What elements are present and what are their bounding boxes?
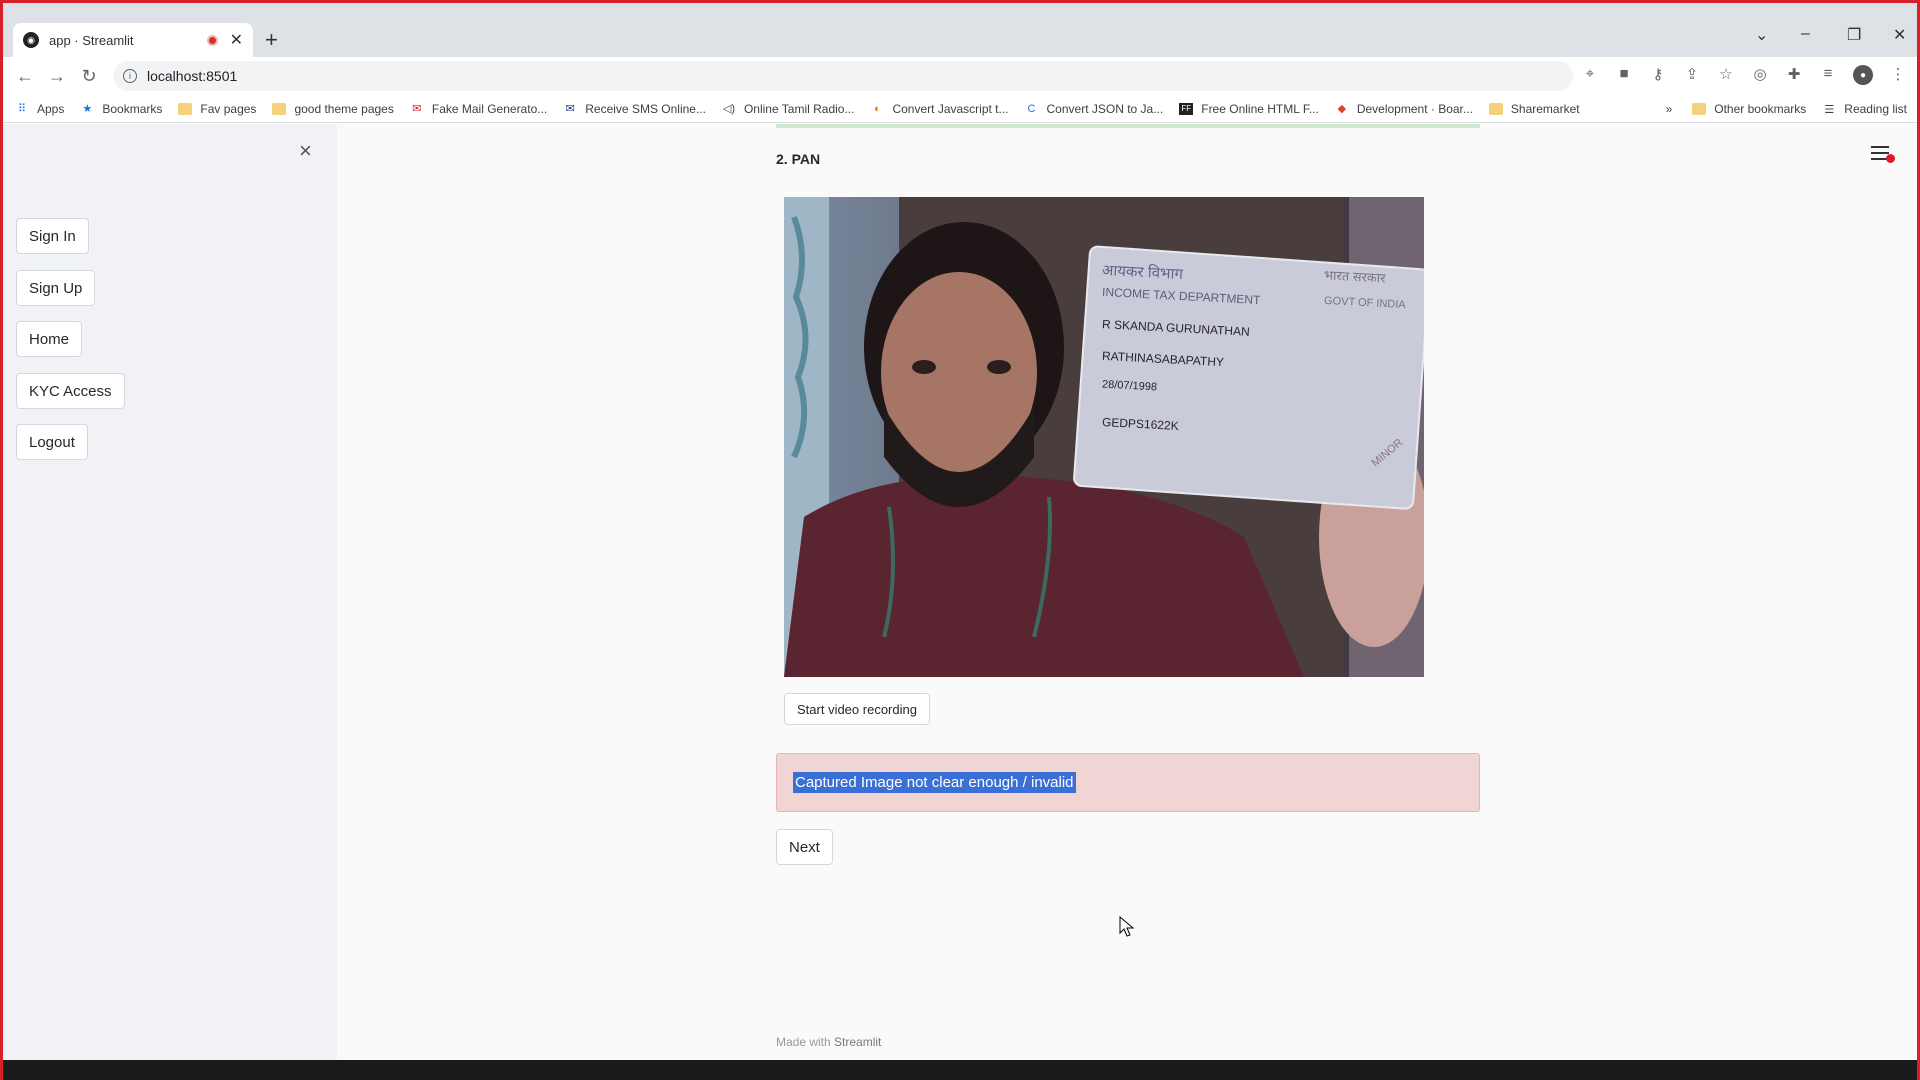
sidebar: × Sign In Sign Up Home KYC Access Logout — [3, 124, 337, 1063]
tab-close-icon[interactable]: ✕ — [230, 30, 243, 50]
home-button[interactable]: Home — [16, 321, 83, 357]
bookmark-bookmarks[interactable]: ★ Bookmarks — [80, 102, 162, 116]
footer: Made with Streamlit — [776, 1035, 881, 1049]
extensions-icon[interactable]: ✚ — [1785, 65, 1803, 85]
card-hindi-govt: भारत सरकार — [1323, 267, 1386, 286]
bookmark-apps[interactable]: ⠿ Apps — [15, 102, 64, 116]
restore-icon[interactable]: ❐ — [1847, 25, 1861, 45]
bookmark-convert-json[interactable]: C Convert JSON to Ja... — [1025, 102, 1164, 116]
browser-tab[interactable]: ◉ app · Streamlit ✕ — [13, 23, 253, 57]
bookmark-convert-js[interactable]: ◐ Convert Javascript t... — [870, 102, 1008, 116]
window-close-icon[interactable]: ✕ — [1893, 25, 1906, 45]
screen-frame: ◉ app · Streamlit ✕ + ⌄ – ❐ ✕ ← → ↻ i lo… — [0, 0, 1920, 1080]
minimize-icon[interactable]: – — [1801, 25, 1810, 43]
camera-icon[interactable]: ■ — [1615, 65, 1633, 85]
bookmark-free-html[interactable]: FF Free Online HTML F... — [1179, 102, 1319, 116]
hamburger-menu-icon[interactable] — [1871, 146, 1895, 164]
reading-list[interactable]: ☰ Reading list — [1822, 102, 1907, 116]
bookmarks-bar: ⠿ Apps ★ Bookmarks Fav pages good theme pa… — [3, 95, 1917, 123]
tab-title: app · Streamlit — [49, 32, 134, 48]
error-alert: Captured Image not clear enough / invali… — [776, 753, 1480, 812]
mail-icon: ✉ — [565, 103, 575, 115]
sign-in-button[interactable]: Sign In — [16, 218, 89, 254]
footer-prefix: Made with — [776, 1035, 831, 1049]
site-icon: C — [1027, 102, 1036, 115]
success-bar-edge — [776, 124, 1480, 128]
sign-up-button[interactable]: Sign Up — [16, 270, 96, 306]
camera-feed: आयकर विभाग INCOME TAX DEPARTMENT भारत सर… — [784, 197, 1424, 677]
site-icon: ◐ — [874, 102, 881, 115]
url-text: localhost:8501 — [147, 68, 238, 84]
bookmark-good-theme-pages[interactable]: good theme pages — [272, 102, 394, 116]
section-title: 2. PAN — [776, 151, 821, 167]
bottom-bar — [0, 1060, 1920, 1080]
site-icon: FF — [1179, 102, 1194, 115]
bookmark-receive-sms[interactable]: ✉ Receive SMS Online... — [563, 102, 706, 116]
site-info-icon[interactable]: i — [123, 69, 137, 83]
folder-icon — [178, 102, 193, 115]
speaker-icon: ◁) — [722, 103, 736, 115]
bookmark-tamil-radio[interactable]: ◁) Online Tamil Radio... — [722, 102, 855, 116]
recording-indicator-icon — [206, 34, 218, 46]
profile-avatar-icon[interactable]: ● — [1853, 65, 1873, 85]
notification-dot — [1886, 154, 1895, 163]
folder-icon — [272, 102, 287, 115]
mail-icon: ✉ — [412, 103, 422, 115]
bookmark-sharemarket[interactable]: Sharemarket — [1488, 102, 1580, 116]
forward-icon[interactable]: → — [41, 66, 73, 87]
extension-circle-icon[interactable]: ◎ — [1751, 65, 1769, 85]
streamlit-app: × Sign In Sign Up Home KYC Access Logout… — [3, 124, 1917, 1063]
card-hindi-dept: आयकर विभाग — [1101, 261, 1184, 284]
address-bar[interactable]: i localhost:8501 — [113, 61, 1573, 91]
bookmark-star-icon[interactable]: ☆ — [1717, 65, 1735, 85]
next-button[interactable]: Next — [776, 829, 833, 865]
gitlab-icon: ◆ — [1337, 103, 1347, 115]
share-icon[interactable]: ⇪ — [1683, 65, 1701, 85]
reload-icon[interactable]: ↻ — [73, 66, 105, 87]
streamlit-favicon-icon: ◉ — [23, 32, 39, 48]
bookmark-other[interactable]: Other bookmarks — [1692, 102, 1806, 116]
start-video-recording-button[interactable]: Start video recording — [784, 693, 930, 725]
bookmark-fake-mail[interactable]: ✉ Fake Mail Generato... — [410, 102, 547, 116]
bookmark-fav-pages[interactable]: Fav pages — [178, 102, 256, 116]
location-icon[interactable]: ⌖ — [1581, 65, 1599, 85]
footer-brand-link[interactable]: Streamlit — [834, 1035, 881, 1049]
logout-button[interactable]: Logout — [16, 424, 88, 460]
menu-more-icon[interactable]: ⋮ — [1889, 65, 1907, 85]
sidebar-close-icon[interactable]: × — [299, 138, 312, 164]
folder-icon — [1488, 102, 1503, 115]
mouse-cursor-icon — [1119, 916, 1135, 937]
key-icon[interactable]: ⚷ — [1649, 65, 1667, 85]
new-tab-icon[interactable]: + — [265, 27, 278, 53]
kyc-access-button[interactable]: KYC Access — [16, 373, 125, 409]
tab-search-icon[interactable]: ⌄ — [1755, 25, 1768, 45]
back-icon[interactable]: ← — [9, 66, 41, 87]
error-message: Captured Image not clear enough / invali… — [793, 772, 1076, 793]
reading-list-icon: ☰ — [1824, 103, 1835, 116]
star-icon: ★ — [82, 103, 93, 115]
folder-icon — [1692, 103, 1707, 115]
bookmarks-overflow-icon[interactable]: » — [1666, 102, 1673, 116]
apps-grid-icon: ⠿ — [17, 103, 27, 115]
browser-toolbar: ← → ↻ i localhost:8501 ⌖ ■ ⚷ ⇪ ☆ ◎ ✚ ≡ ●… — [3, 57, 1917, 95]
tab-strip: ◉ app · Streamlit ✕ + ⌄ – ❐ ✕ — [3, 3, 1917, 57]
bookmark-development[interactable]: ◆ Development · Boar... — [1335, 102, 1473, 116]
media-queue-icon[interactable]: ≡ — [1819, 65, 1837, 85]
